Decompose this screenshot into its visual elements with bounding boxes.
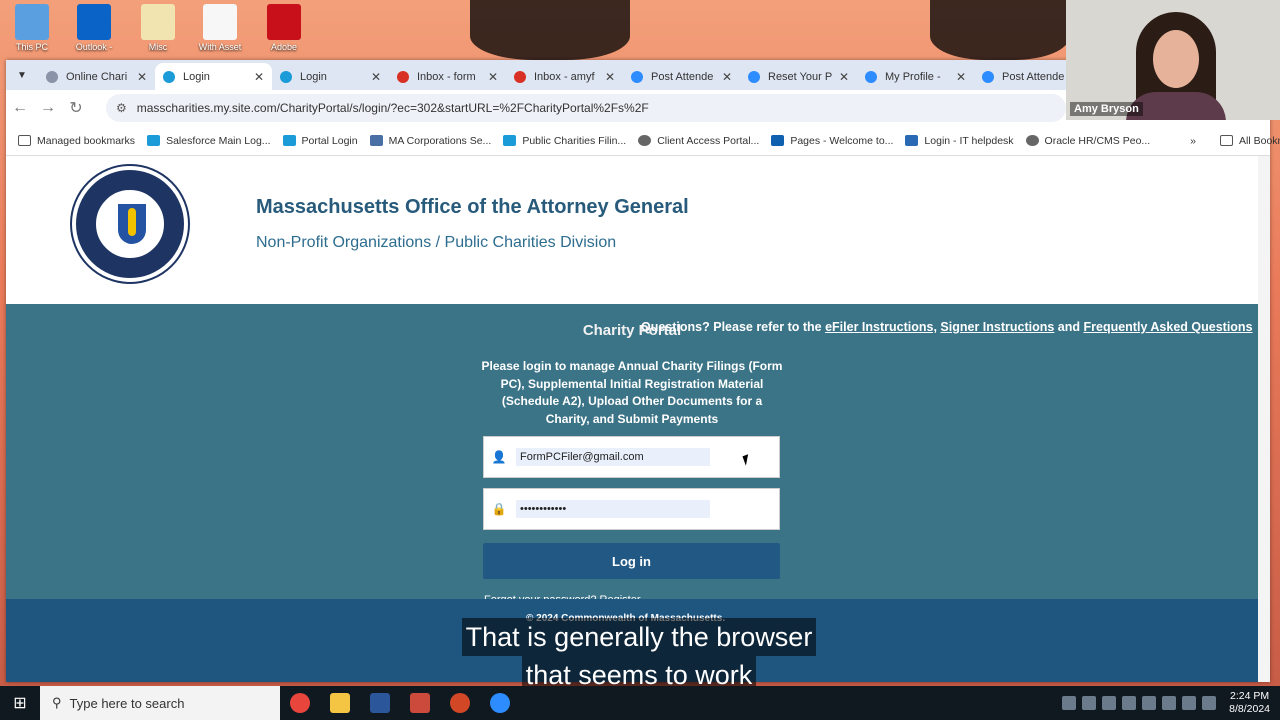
close-icon[interactable]: ✕ xyxy=(371,70,381,84)
tray-icon[interactable] xyxy=(1182,696,1197,710)
close-icon[interactable]: ✕ xyxy=(956,70,966,84)
portal-description: Please login to manage Annual Charity Fi… xyxy=(481,359,783,426)
salesforce-icon xyxy=(503,135,517,146)
reload-icon[interactable]: ↻ xyxy=(62,98,90,118)
webcam-name: Amy Bryson xyxy=(1070,102,1143,116)
powerpoint-icon[interactable] xyxy=(440,686,480,720)
tray-icon[interactable] xyxy=(1102,696,1117,710)
bookmark-it-helpdesk[interactable]: Login - IT helpdesk xyxy=(905,135,1014,147)
site-header: Massachusetts Office of the Attorney Gen… xyxy=(6,156,1258,304)
forward-icon[interactable]: → xyxy=(34,99,62,117)
login-button[interactable]: Log in xyxy=(483,543,780,579)
close-icon[interactable]: ✕ xyxy=(722,70,732,84)
page-subtitle: Non-Profit Organizations / Public Charit… xyxy=(256,234,617,251)
tray-icon[interactable] xyxy=(1082,696,1097,710)
bookmark-client-access[interactable]: Client Access Portal... xyxy=(638,135,759,147)
zoom-icon[interactable] xyxy=(480,686,520,720)
tab-login[interactable]: Login ✕ xyxy=(272,63,389,90)
bookmark-salesforce[interactable]: Salesforce Main Log... xyxy=(147,135,271,147)
efiler-instructions-link[interactable]: eFiler Instructions, xyxy=(825,320,937,334)
browser-window: ▼ Online Chari ✕ Login ✕ Login ✕ Inbox - fo… xyxy=(6,60,1280,682)
bookmarks-bar: Managed bookmarks Salesforce Main Log...… xyxy=(6,126,1280,156)
page-scrollbar[interactable] xyxy=(1258,156,1270,682)
excel-like-icon[interactable] xyxy=(400,686,440,720)
close-icon[interactable]: ✕ xyxy=(488,70,498,84)
faq-link[interactable]: Frequently Asked Questions xyxy=(1084,320,1253,334)
system-tray: 2:24 PM 8/8/2024 xyxy=(1059,686,1270,720)
bookmark-ma-corporations[interactable]: MA Corporations Se... xyxy=(369,135,491,147)
tab-search-icon[interactable]: ▼ xyxy=(6,60,38,90)
video-caption: That is generally the browser that seems… xyxy=(446,618,832,694)
word-icon[interactable] xyxy=(360,686,400,720)
tab-my-profile[interactable]: My Profile - ✕ xyxy=(857,63,974,90)
page-content: Massachusetts Office of the Attorney Gen… xyxy=(6,156,1258,682)
close-icon[interactable]: ✕ xyxy=(137,70,147,84)
tray-icon[interactable] xyxy=(1062,696,1077,710)
all-bookmarks[interactable]: All Bookmarks xyxy=(1220,135,1280,147)
tab-inbox-amy[interactable]: Inbox - amyf ✕ xyxy=(506,63,623,90)
tab-login-active[interactable]: Login ✕ xyxy=(155,63,272,90)
close-icon[interactable]: ✕ xyxy=(605,70,615,84)
questions-line: Questions? Please refer to the eFiler In… xyxy=(641,320,1253,334)
bookmark-oracle-hr[interactable]: Oracle HR/CMS Peo... xyxy=(1025,135,1150,147)
bookmark-pages-welcome[interactable]: Pages - Welcome to... xyxy=(771,135,893,147)
folder-icon xyxy=(1220,135,1234,146)
helpdesk-icon xyxy=(905,135,919,146)
bookmark-portal-login[interactable]: Portal Login xyxy=(282,135,358,147)
address-url: masscharities.my.site.com/CharityPortal/… xyxy=(136,101,649,115)
username-field[interactable]: 👤 FormPCFiler@gmail.com xyxy=(483,436,780,478)
address-bar[interactable]: ⚙ masscharities.my.site.com/CharityPorta… xyxy=(106,94,1066,122)
tray-icon[interactable] xyxy=(1162,696,1177,710)
salesforce-icon xyxy=(282,135,296,146)
page-title: Massachusetts Office of the Attorney Gen… xyxy=(256,196,689,218)
palm-silhouette xyxy=(930,0,1070,60)
desktop-icon-this-pc[interactable]: This PC xyxy=(6,4,58,52)
desktop-icon-with-asset[interactable]: With Asset xyxy=(194,4,246,52)
tab-post-attendee[interactable]: Post Attende ✕ xyxy=(623,63,740,90)
taskbar-search[interactable]: ⚲ Type here to search xyxy=(40,686,280,720)
globe-icon xyxy=(1025,135,1039,146)
windows-start-icon[interactable]: ⊞ xyxy=(0,693,40,713)
building-icon xyxy=(369,135,383,146)
palm-silhouette xyxy=(470,0,630,60)
password-field[interactable]: 🔒 •••••••••••• xyxy=(483,488,780,530)
ag-seal-logo xyxy=(72,166,188,282)
file-explorer-icon[interactable] xyxy=(320,686,360,720)
globe-icon xyxy=(638,135,652,146)
site-info-icon[interactable]: ⚙ xyxy=(116,101,127,115)
back-icon[interactable]: ← xyxy=(6,99,34,117)
volume-icon[interactable] xyxy=(1202,696,1217,710)
desktop-icon-adobe[interactable]: Adobe xyxy=(258,4,310,52)
tray-icon[interactable] xyxy=(1122,696,1137,710)
close-icon[interactable]: ✕ xyxy=(839,70,849,84)
user-icon: 👤 xyxy=(491,450,507,464)
desktop-icon-misc[interactable]: Misc xyxy=(132,4,184,52)
tab-online-charities[interactable]: Online Chari ✕ xyxy=(38,63,155,90)
search-icon: ⚲ xyxy=(52,695,62,710)
taskbar-clock[interactable]: 2:24 PM 8/8/2024 xyxy=(1229,690,1270,716)
taskbar: ⊞ ⚲ Type here to search 2:24 PM 8/8/2024 xyxy=(0,686,1280,720)
more-bookmarks-icon[interactable]: » xyxy=(1190,135,1196,147)
close-icon[interactable]: ✕ xyxy=(254,70,264,84)
signer-instructions-link[interactable]: Signer Instructions xyxy=(940,320,1054,334)
username-input[interactable]: FormPCFiler@gmail.com xyxy=(516,448,710,466)
lock-icon: 🔒 xyxy=(491,502,507,516)
folder-icon xyxy=(18,135,31,146)
sharepoint-icon xyxy=(771,135,785,146)
tab-inbox-form[interactable]: Inbox - form ✕ xyxy=(389,63,506,90)
tab-reset-password[interactable]: Reset Your P ✕ xyxy=(740,63,857,90)
chrome-icon[interactable] xyxy=(280,686,320,720)
tray-icon[interactable] xyxy=(1142,696,1157,710)
webcam-overlay: Amy Bryson xyxy=(1066,0,1280,120)
salesforce-icon xyxy=(147,135,161,146)
desktop-icon-outlook[interactable]: Outlook - xyxy=(68,4,120,52)
bookmark-public-charities[interactable]: Public Charities Filin... xyxy=(503,135,626,147)
bookmark-managed[interactable]: Managed bookmarks xyxy=(18,135,135,147)
password-input[interactable]: •••••••••••• xyxy=(516,500,710,518)
login-section: Charity Portal Questions? Please refer t… xyxy=(6,304,1258,606)
